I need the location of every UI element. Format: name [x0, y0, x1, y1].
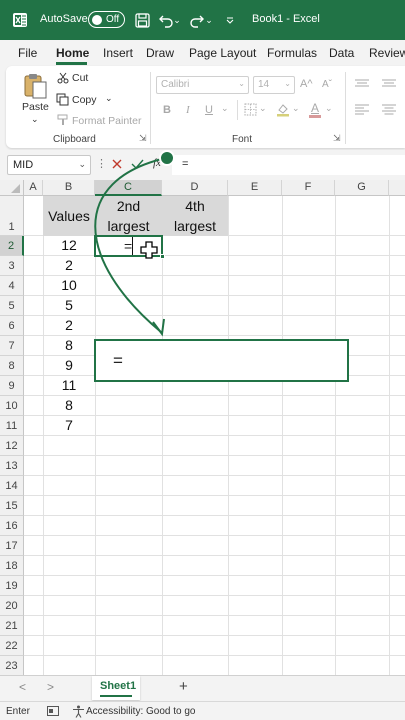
sheet-tab-bar: < > Sheet1 + [0, 675, 405, 701]
prev-sheet-icon[interactable]: < [19, 680, 26, 694]
accessibility-status[interactable]: Accessibility: Good to go [86, 706, 196, 717]
cell-mode: Enter [6, 706, 30, 717]
next-sheet-icon[interactable]: > [47, 680, 54, 694]
accessibility-icon[interactable] [72, 705, 85, 720]
formula-callout-box: = [94, 339, 349, 382]
callout-text: = [113, 351, 123, 370]
status-bar: Enter Accessibility: Good to go [0, 701, 405, 720]
sheet-tab-sheet1[interactable]: Sheet1 [92, 676, 140, 700]
sheet-tab-label: Sheet1 [100, 680, 137, 692]
macro-record-icon[interactable] [47, 706, 59, 720]
add-sheet-icon[interactable]: + [179, 678, 188, 695]
